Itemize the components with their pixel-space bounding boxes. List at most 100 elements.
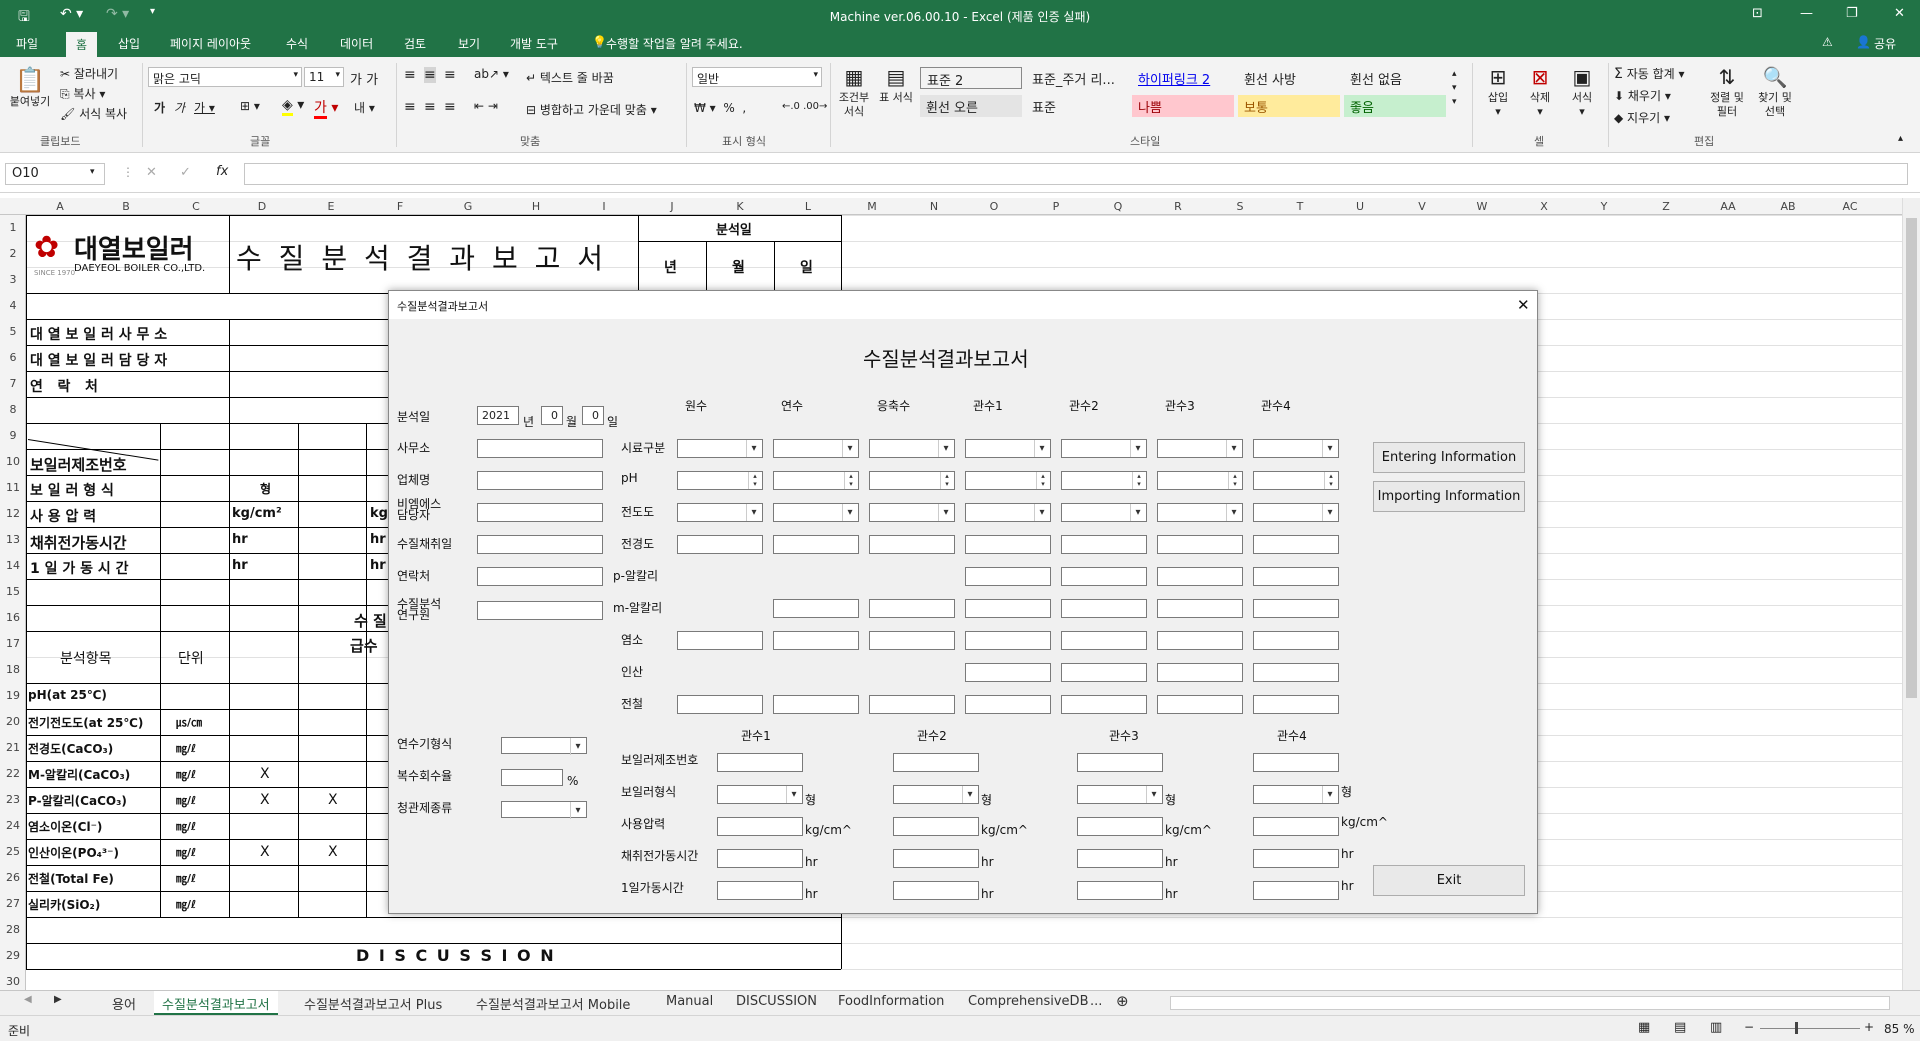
name-box-dropdown-icon[interactable]: ▾ [90, 167, 95, 177]
sheet-tab[interactable]: Manual [666, 994, 713, 1009]
column-header[interactable]: H [528, 200, 544, 213]
find-select-button[interactable]: 🔍 찾기 및 선택 [1752, 63, 1798, 119]
row-header[interactable]: 30 [0, 975, 26, 988]
style-normal-housing[interactable]: 표준_주거 리... [1026, 67, 1128, 89]
share-button[interactable]: 공유 [1874, 35, 1896, 52]
importing-information-button[interactable]: Importing Information [1373, 481, 1525, 512]
row-header[interactable]: 24 [0, 819, 26, 832]
column-header[interactable]: E [323, 200, 339, 213]
format-painter-button[interactable]: 🖌 서식 복사 [60, 105, 127, 122]
boiler3-serial-input[interactable] [1077, 753, 1163, 772]
scrollbar-thumb[interactable] [1906, 218, 1917, 698]
p-alkalinity-input[interactable] [1061, 567, 1147, 586]
column-header[interactable]: V [1414, 200, 1430, 213]
style-normal-2[interactable]: 표준 2 [920, 67, 1022, 89]
boiler1-sampling-input[interactable] [717, 849, 803, 868]
row-header[interactable]: 3 [0, 273, 26, 286]
style-white-none[interactable]: 휜선 없음 [1344, 67, 1446, 89]
table-format-button[interactable]: ▤ 표 서식 [876, 63, 916, 105]
delete-cells-button[interactable]: ⊠ 삭제 ▾ [1520, 63, 1560, 119]
zoom-slider[interactable] [1760, 1028, 1860, 1029]
m-alkalinity-input[interactable] [1061, 599, 1147, 618]
ph-spinner[interactable] [965, 471, 1051, 490]
conductivity-select[interactable] [677, 503, 763, 522]
style-normal[interactable]: 표준 [1026, 95, 1128, 117]
align-left-icon[interactable]: ≡ [404, 99, 416, 115]
row-header[interactable]: 2 [0, 247, 26, 260]
style-good[interactable]: 좋음 [1344, 95, 1446, 117]
fill-color-icon[interactable]: ◈ ▾ [282, 97, 304, 116]
fill-button[interactable]: ⬇ 채우기 ▾ [1614, 87, 1671, 104]
page-layout-icon[interactable]: ▤ [1674, 1020, 1686, 1035]
boiler2-type-select[interactable] [893, 785, 979, 804]
chloride-input[interactable] [677, 631, 763, 650]
office-input[interactable] [477, 439, 603, 458]
boiler1-type-select[interactable] [717, 785, 803, 804]
p-alkalinity-input[interactable] [1253, 567, 1339, 586]
column-header[interactable]: W [1474, 200, 1490, 213]
phosphate-input[interactable] [965, 663, 1051, 682]
entering-information-button[interactable]: Entering Information [1373, 442, 1525, 473]
conductivity-select[interactable] [1061, 503, 1147, 522]
column-header[interactable]: R [1170, 200, 1186, 213]
style-hyperlink-2[interactable]: 하이퍼링크 2 [1132, 67, 1236, 89]
column-header[interactable]: AC [1838, 200, 1862, 213]
row-header[interactable]: 15 [0, 585, 26, 598]
column-header[interactable]: K [732, 200, 748, 213]
column-header[interactable]: S [1232, 200, 1248, 213]
copy-button[interactable]: ⎘ 복사 ▾ [60, 85, 105, 102]
row-header[interactable]: 13 [0, 533, 26, 546]
page-break-icon[interactable]: ▥ [1710, 1020, 1722, 1035]
underline-icon[interactable]: 가 ▾ [194, 99, 215, 116]
conditional-format-button[interactable]: ▦ 조건부 서식 [834, 63, 874, 119]
wrap-text-button[interactable]: ↵ 텍스트 줄 바꿈 [526, 69, 614, 86]
dialog-close-icon[interactable]: ✕ [1517, 296, 1530, 314]
boiler3-pressure-input[interactable] [1077, 817, 1163, 836]
format-cells-button[interactable]: ▣ 서식 ▾ [1562, 63, 1602, 119]
ph-spinner[interactable] [773, 471, 859, 490]
bms-manager-input[interactable] [477, 503, 603, 522]
paste-button[interactable]: 📋 붙여넣기 [8, 65, 52, 109]
column-header[interactable]: F [392, 200, 408, 213]
tab-insert[interactable]: 삽입 [118, 35, 140, 52]
chloride-input[interactable] [1253, 631, 1339, 650]
sheet-tab[interactable]: 수질분석결과보고서 Mobile [476, 994, 630, 1013]
chloride-input[interactable] [1061, 631, 1147, 650]
boiler1-daily-input[interactable] [717, 881, 803, 900]
column-header[interactable]: P [1048, 200, 1064, 213]
hardness-input[interactable] [1253, 535, 1339, 554]
boiler4-type-select[interactable] [1253, 785, 1339, 804]
conductivity-select[interactable] [869, 503, 955, 522]
cancel-icon[interactable]: ✕ [146, 165, 157, 180]
m-alkalinity-input[interactable] [773, 599, 859, 618]
boiler4-sampling-input[interactable] [1253, 849, 1339, 868]
column-header[interactable]: Z [1658, 200, 1674, 213]
m-alkalinity-input[interactable] [965, 599, 1051, 618]
row-header[interactable]: 25 [0, 845, 26, 858]
column-header[interactable]: Y [1596, 200, 1612, 213]
cut-button[interactable]: ✂ 잘라내기 [60, 65, 118, 82]
month-input[interactable]: 0 [541, 406, 563, 425]
font-grow-icon[interactable]: 가 가 [350, 69, 378, 88]
column-header[interactable]: O [986, 200, 1002, 213]
sample-type-select[interactable] [677, 439, 763, 458]
style-bad[interactable]: 나쁨 [1132, 95, 1234, 117]
analyst-input[interactable] [477, 601, 603, 620]
column-header[interactable]: B [118, 200, 134, 213]
vertical-scrollbar[interactable] [1902, 198, 1920, 993]
iron-input[interactable] [869, 695, 955, 714]
tab-file[interactable]: 파일 [16, 35, 38, 52]
more-sheets[interactable]: ... [1090, 994, 1102, 1009]
m-alkalinity-input[interactable] [869, 599, 955, 618]
p-alkalinity-input[interactable] [1157, 567, 1243, 586]
row-header[interactable]: 1 [0, 221, 26, 234]
column-header[interactable]: AB [1776, 200, 1800, 213]
font-size-select[interactable]: 11 ▾ [304, 67, 344, 87]
conductivity-select[interactable] [1253, 503, 1339, 522]
align-top-icon[interactable]: ≡ [404, 67, 416, 83]
hardness-input[interactable] [677, 535, 763, 554]
boiler3-sampling-input[interactable] [1077, 849, 1163, 868]
phosphate-input[interactable] [1253, 663, 1339, 682]
iron-input[interactable] [1061, 695, 1147, 714]
sampling-date-input[interactable] [477, 535, 603, 554]
